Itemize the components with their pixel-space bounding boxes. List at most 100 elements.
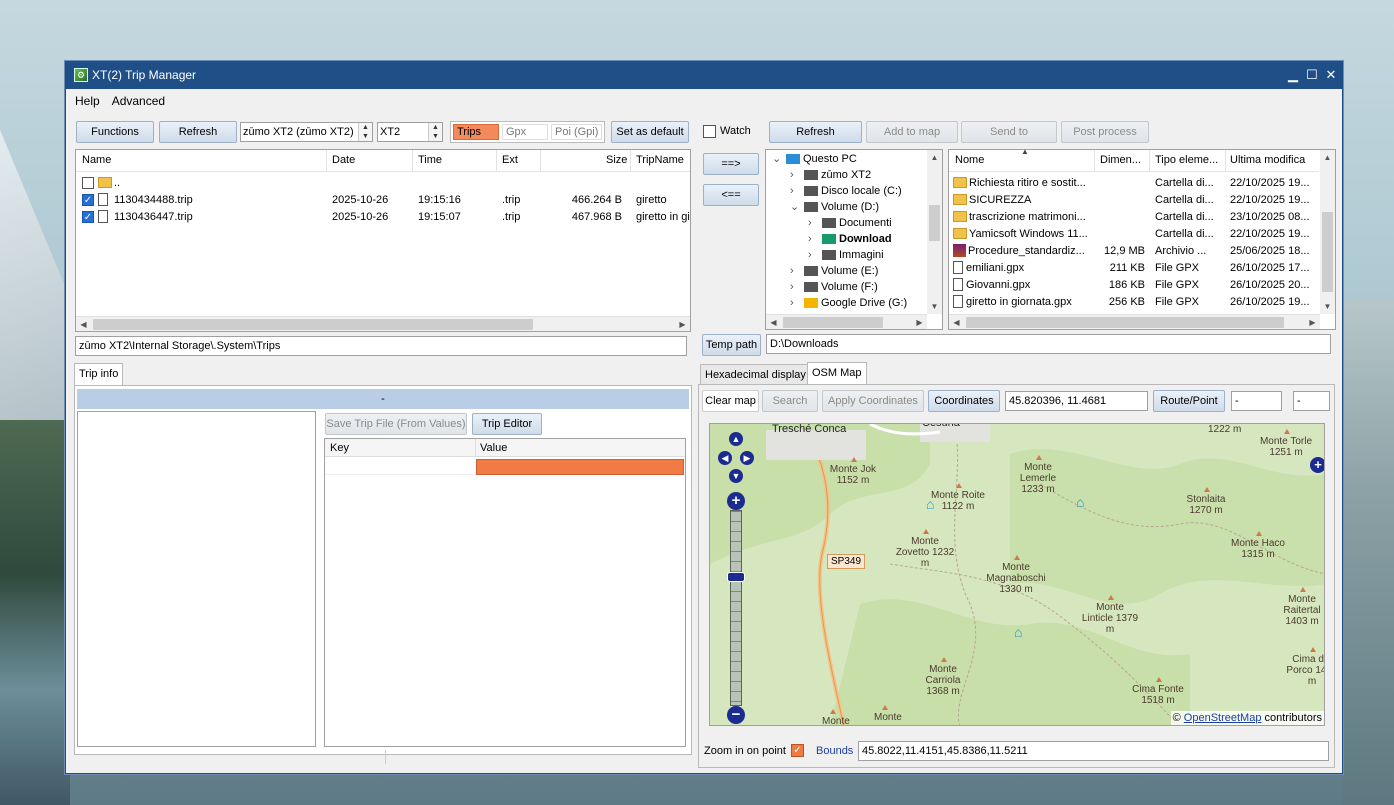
horizontal-scrollbar[interactable]: ◀ ▶: [766, 314, 927, 329]
tree-item[interactable]: › Download: [808, 231, 892, 247]
explorer-refresh-button[interactable]: Refresh: [769, 121, 862, 143]
list-item[interactable]: emiliani.gpx 211 KB File GPX 26/10/2025 17.…: [949, 260, 1319, 277]
menu-advanced[interactable]: Advanced: [106, 89, 171, 113]
tree-item[interactable]: › Volume (F:): [790, 279, 878, 295]
col-size[interactable]: Size: [606, 154, 627, 166]
osm-map[interactable]: Tresché Conca Cesuna 1222 m Monte Torle 125…: [709, 423, 1325, 726]
pan-down-icon[interactable]: ▼: [729, 469, 743, 483]
tree-item[interactable]: › Disco locale (C:): [790, 183, 902, 199]
table-row[interactable]: ..: [76, 175, 690, 192]
list-item[interactable]: SICUREZZA Cartella di... 22/10/2025 19...: [949, 192, 1319, 209]
vertical-scrollbar[interactable]: ▲ ▼: [927, 150, 942, 314]
post-process-button[interactable]: Post process: [1061, 121, 1149, 143]
layer-switcher-icon[interactable]: +: [1310, 457, 1324, 473]
expand-icon[interactable]: ⌄: [790, 199, 802, 215]
col-tipo[interactable]: Tipo eleme...: [1155, 154, 1218, 166]
pan-up-icon[interactable]: ▲: [729, 432, 743, 446]
list-item[interactable]: giretto in giornata.gpx 256 KB File GPX 26/…: [949, 294, 1319, 311]
scroll-thumb[interactable]: [929, 205, 940, 241]
vertical-scrollbar[interactable]: ▲ ▼: [1320, 150, 1335, 314]
horizontal-scrollbar[interactable]: ◀ ▶: [76, 316, 690, 331]
coordinates-input[interactable]: 45.820396, 11.4681: [1005, 391, 1148, 411]
expand-icon[interactable]: ›: [808, 231, 820, 247]
col-name[interactable]: Name: [82, 154, 111, 166]
set-default-button[interactable]: Set as default: [611, 121, 689, 143]
zoom-checkbox[interactable]: ✓: [791, 744, 804, 757]
zoom-handle[interactable]: [727, 572, 745, 582]
route-field-1[interactable]: -: [1231, 391, 1282, 411]
scroll-right-icon[interactable]: ▶: [912, 315, 927, 330]
horizontal-scrollbar[interactable]: ◀ ▶: [949, 314, 1320, 329]
route-field-2[interactable]: -: [1293, 391, 1330, 411]
tree-item[interactable]: › Immagini: [808, 247, 884, 263]
zoom-out-icon[interactable]: −: [727, 706, 745, 724]
expand-icon[interactable]: ›: [790, 183, 802, 199]
scroll-right-icon[interactable]: ▶: [675, 317, 690, 332]
tab-hexadecimal[interactable]: Hexadecimal display: [700, 364, 811, 385]
apply-coordinates-button[interactable]: Apply Coordinates: [822, 390, 924, 412]
device-select[interactable]: zūmo XT2 (zūmo XT2) ▲ ▼: [240, 122, 373, 142]
list-item[interactable]: Procedure_standardiz... 12,9 MB Archivio .…: [949, 243, 1319, 260]
scroll-left-icon[interactable]: ◀: [949, 315, 964, 330]
clear-map-button[interactable]: Clear map: [702, 390, 759, 412]
scroll-down-icon[interactable]: ▼: [1320, 299, 1335, 314]
scroll-down-icon[interactable]: ▼: [927, 299, 942, 314]
scroll-thumb[interactable]: [93, 319, 533, 330]
tree-item[interactable]: › Documenti: [808, 215, 892, 231]
expand-icon[interactable]: ⌄: [772, 151, 784, 167]
tree-item[interactable]: › Volume (E:): [790, 263, 878, 279]
col-dimensione[interactable]: Dimen...: [1100, 154, 1141, 166]
functions-button[interactable]: Functions: [76, 121, 154, 143]
tab-trip-info[interactable]: Trip info: [74, 363, 124, 386]
col-nome[interactable]: Nome: [955, 154, 984, 166]
osm-link[interactable]: OpenStreetMap: [1184, 712, 1262, 724]
row-checkbox[interactable]: ✓: [82, 211, 94, 223]
tree-item[interactable]: ⌄ Questo PC: [772, 151, 857, 167]
model-select[interactable]: XT2 ▲ ▼: [377, 122, 443, 142]
scroll-left-icon[interactable]: ◀: [76, 317, 91, 332]
expand-icon[interactable]: ›: [790, 279, 802, 295]
bounds-field[interactable]: 45.8022,11.4151,45.8386,11.5211: [858, 741, 1329, 761]
gpx-toggle[interactable]: Gpx: [502, 124, 548, 140]
menu-help[interactable]: Help: [69, 89, 106, 113]
trips-toggle[interactable]: Trips: [453, 124, 499, 140]
scroll-thumb[interactable]: [783, 317, 883, 328]
value-cell[interactable]: [476, 459, 684, 475]
col-time[interactable]: Time: [418, 154, 442, 166]
add-to-map-button[interactable]: Add to map: [866, 121, 958, 143]
tree-item[interactable]: ⌄ Volume (D:): [790, 199, 879, 215]
tree-item[interactable]: › zūmo XT2: [790, 167, 871, 183]
scroll-thumb[interactable]: [1322, 212, 1333, 292]
copy-to-pc-button[interactable]: <==: [703, 184, 759, 206]
scroll-up-icon[interactable]: ▲: [1320, 150, 1335, 165]
expand-icon[interactable]: ›: [790, 295, 802, 311]
scroll-thumb[interactable]: [966, 317, 1284, 328]
minimize-button[interactable]: ▁: [1284, 66, 1302, 84]
zoom-control[interactable]: + −: [727, 492, 745, 724]
expand-icon[interactable]: ›: [790, 167, 802, 183]
trip-list-box[interactable]: [77, 411, 316, 747]
list-item[interactable]: Yamicsoft Windows 11... Cartella di... 22/…: [949, 226, 1319, 243]
scroll-right-icon[interactable]: ▶: [1305, 315, 1320, 330]
col-date[interactable]: Date: [332, 154, 355, 166]
key-cell[interactable]: [325, 458, 475, 475]
send-to-button[interactable]: Send to: [961, 121, 1057, 143]
list-item[interactable]: trascrizione matrimoni... Cartella di... 2…: [949, 209, 1319, 226]
expand-icon[interactable]: ›: [808, 247, 820, 263]
row-checkbox[interactable]: [82, 177, 94, 189]
search-button[interactable]: Search: [762, 390, 818, 412]
table-row[interactable]: ✓ 1130434488.trip 2025-10-26 19:15:16 .t…: [76, 192, 690, 209]
col-tripname[interactable]: TripName: [636, 154, 684, 166]
copy-to-device-button[interactable]: ==>: [703, 153, 759, 175]
col-ext[interactable]: Ext: [502, 154, 518, 166]
zoom-slider[interactable]: [730, 510, 742, 706]
trip-editor-button[interactable]: Trip Editor: [472, 413, 542, 435]
expand-icon[interactable]: ›: [790, 263, 802, 279]
route-point-button[interactable]: Route/Point: [1153, 390, 1225, 412]
row-checkbox[interactable]: ✓: [82, 194, 94, 206]
list-item[interactable]: Giovanni.gpx 186 KB File GPX 26/10/2025 20.…: [949, 277, 1319, 294]
scroll-up-icon[interactable]: ▲: [927, 150, 942, 165]
temp-path-button[interactable]: Temp path: [702, 334, 761, 356]
spin-icon[interactable]: ▲ ▼: [428, 123, 442, 141]
tab-osm-map[interactable]: OSM Map: [807, 362, 867, 385]
